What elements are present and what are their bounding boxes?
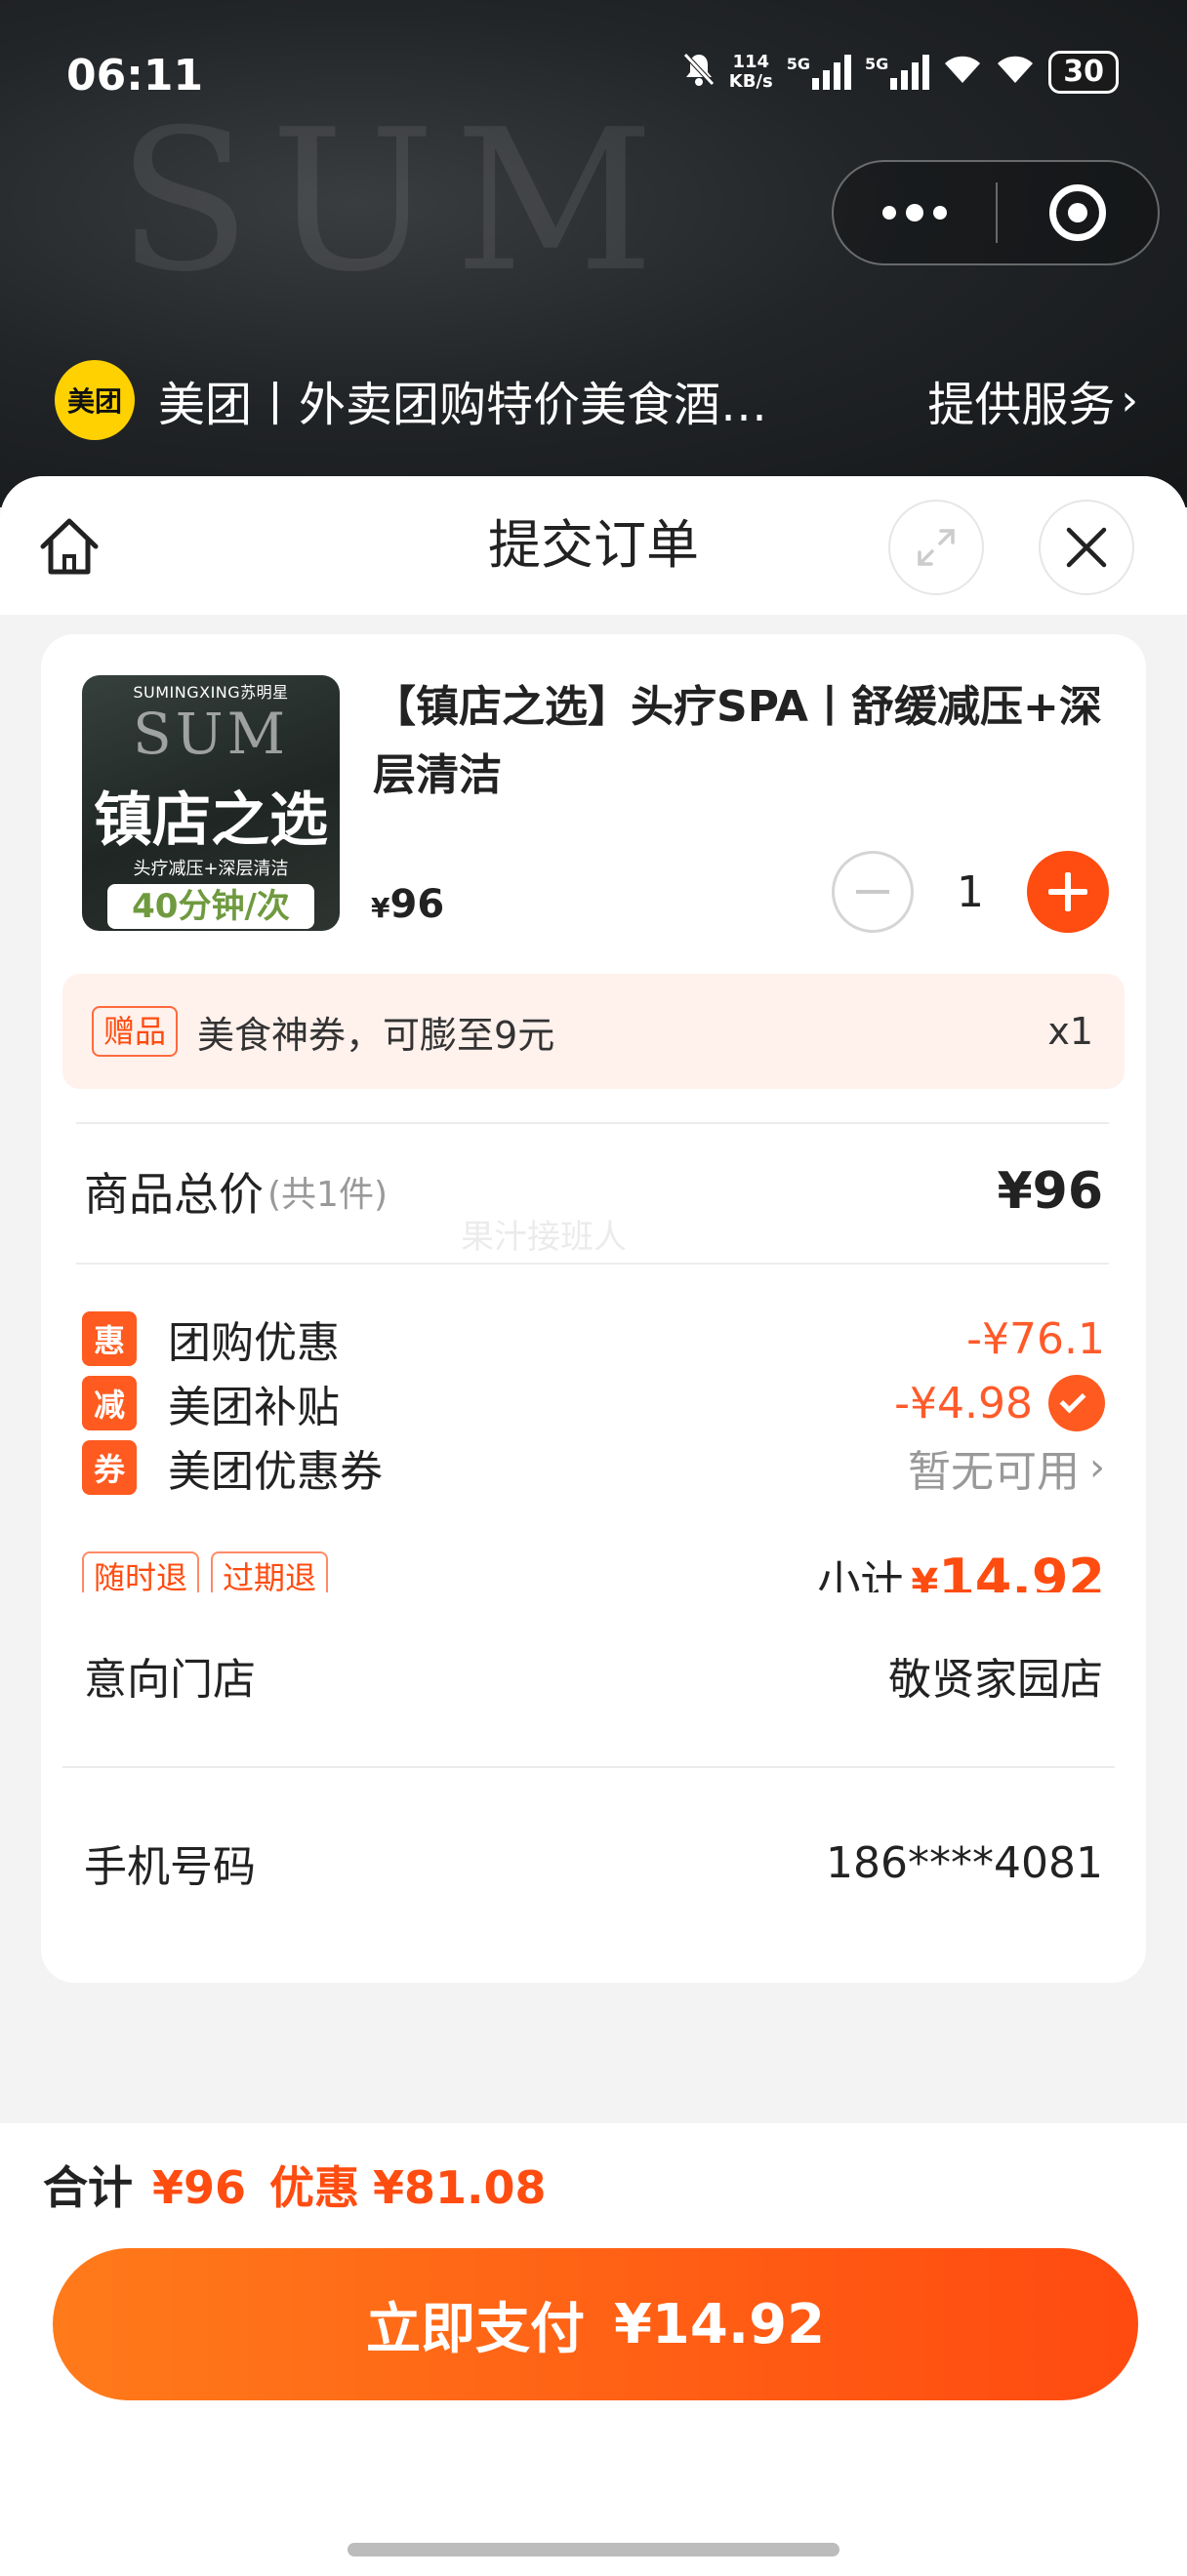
speed-value: 114 (732, 52, 770, 72)
price-value: 96 (389, 882, 445, 927)
discount-value: -¥4.98 (894, 1378, 1033, 1429)
wifi-icon (996, 54, 1035, 92)
sum-value: ¥96 (152, 2161, 247, 2214)
blurred-background: SUM 06:11 114 KB/s 5G 5G 30 美团 美团丨外卖团购特价… (0, 0, 1187, 507)
product-image-subtitle: 头疗减压+深层清洁 (133, 859, 289, 879)
divider (76, 1263, 1109, 1265)
home-icon (40, 518, 99, 575)
signal-bars-icon (890, 55, 930, 90)
chevron-right-icon: › (1089, 1445, 1105, 1490)
close-icon (1066, 527, 1107, 568)
net-type-label: 5G (864, 55, 889, 73)
service-label: 提供服务 (927, 378, 1116, 432)
sheet-header: 提交订单 (0, 476, 1187, 615)
increase-button[interactable] (1027, 851, 1109, 933)
network-speed: 114 KB/s (729, 53, 773, 92)
home-indicator[interactable] (348, 2543, 839, 2556)
signal-bars-icon (811, 55, 851, 90)
status-bar: 06:11 114 KB/s 5G 5G 30 (0, 37, 1187, 115)
more-menu-button[interactable] (834, 162, 996, 263)
phone-value: 186****4081 (826, 1837, 1103, 1888)
product-image-title: 镇店之选 (94, 786, 328, 855)
background-decoration: SUM (117, 88, 675, 315)
target-circle-icon (1048, 184, 1106, 241)
chevron-right-icon: › (1121, 375, 1138, 425)
gift-text: 美食神券，可膨至9元 (197, 1013, 555, 1057)
divider (62, 1766, 1115, 1768)
discount-label: 美团优惠券 (168, 1447, 383, 1497)
more-dots-icon (933, 206, 947, 220)
item-count: (共1件) (267, 1175, 388, 1215)
page-title: 提交订单 (488, 514, 699, 576)
coupon-icon: 券 (82, 1440, 137, 1495)
meituan-logo: 美团 (55, 360, 135, 440)
store-value: 敬贤家园店 (888, 1655, 1103, 1705)
quantity-stepper: 1 (832, 851, 1109, 933)
status-time: 06:11 (66, 51, 204, 101)
mini-program-info: 美团 美团丨外卖团购特价美食酒… 提供服务 › (55, 359, 1138, 441)
mini-program-name: 美团丨外卖团购特价美食酒… (158, 378, 768, 432)
divider (76, 1122, 1109, 1124)
exit-mini-program-button[interactable] (998, 162, 1158, 263)
discount-label: 美团补贴 (168, 1383, 340, 1432)
product-image-logo: SUM (132, 701, 289, 767)
signal-5g-1: 5G (787, 55, 851, 90)
discount-label: 团购优惠 (168, 1318, 340, 1368)
gift-quantity: x1 (1047, 1010, 1093, 1053)
signal-5g-2: 5G (864, 55, 930, 90)
sum-line: 合计 ¥96 优惠 ¥81.08 (43, 2153, 547, 2217)
product-image[interactable]: SUMINGXING苏明星 SUM 镇店之选 头疗减压+深层清洁 40分钟/次 (82, 675, 340, 931)
product-image-brand: SUMINGXING苏明星 (133, 683, 289, 702)
close-button[interactable] (1039, 500, 1134, 595)
expand-icon (918, 529, 955, 566)
store-label: 意向门店 (84, 1655, 256, 1705)
coupon-row[interactable]: 券 美团优惠券 暂无可用 › (82, 1429, 1105, 1507)
sum-label: 合计 (43, 2161, 133, 2214)
battery-indicator: 30 (1048, 51, 1119, 94)
expand-button[interactable] (888, 500, 984, 595)
discount-total-label: 优惠 (269, 2161, 360, 2214)
minus-icon (856, 890, 889, 894)
product-price: ¥96 (371, 882, 444, 927)
contact-card: 意向门店 敬贤家园店 手机号码 186****4081 (41, 1592, 1146, 1983)
phone-label: 手机号码 (84, 1842, 256, 1892)
discount-value: -¥76.1 (966, 1313, 1105, 1364)
quantity-value: 1 (957, 866, 984, 917)
status-icons: 114 KB/s 5G 5G 30 (682, 51, 1119, 94)
product-image-tag: 40分钟/次 (107, 884, 314, 929)
mini-program-capsule (832, 160, 1160, 265)
more-dots-icon (906, 204, 923, 221)
speed-unit: KB/s (728, 71, 773, 92)
home-button[interactable] (35, 513, 103, 582)
discount-total-value: ¥81.08 (373, 2161, 547, 2214)
pay-amount: ¥14.92 (613, 2292, 826, 2356)
net-type-label: 5G (786, 55, 810, 73)
pay-label: 立即支付 (365, 2297, 585, 2361)
wifi-icon (943, 54, 982, 92)
total-value: ¥96 (997, 1162, 1103, 1221)
watermark: 果汁接班人 (461, 1218, 627, 1257)
reduction-icon: 减 (82, 1376, 137, 1430)
gift-badge: 赠品 (92, 1006, 179, 1057)
store-row[interactable]: 意向门店 敬贤家园店 (84, 1631, 1103, 1719)
discount-icon: 惠 (82, 1311, 137, 1366)
product-title: 【镇店之选】头疗SPA丨舒缓减压+深层清洁 (373, 682, 1102, 800)
coupon-status: 暂无可用 (908, 1447, 1080, 1497)
phone-row[interactable]: 手机号码 186****4081 (84, 1819, 1103, 1907)
gift-row: 赠品 美食神券，可膨至9元 x1 (62, 974, 1125, 1089)
currency-symbol: ¥ (371, 892, 390, 924)
decrease-button[interactable] (832, 851, 914, 933)
mute-icon (682, 52, 716, 94)
total-label: 商品总价 (84, 1168, 264, 1221)
checked-icon[interactable] (1048, 1375, 1105, 1431)
service-provider-link[interactable]: 提供服务 › (927, 366, 1138, 434)
checkout-bar: 合计 ¥96 优惠 ¥81.08 立即支付 ¥14.92 (0, 2123, 1187, 2576)
more-dots-icon (882, 206, 896, 220)
pay-now-button[interactable]: 立即支付 ¥14.92 (53, 2248, 1138, 2400)
